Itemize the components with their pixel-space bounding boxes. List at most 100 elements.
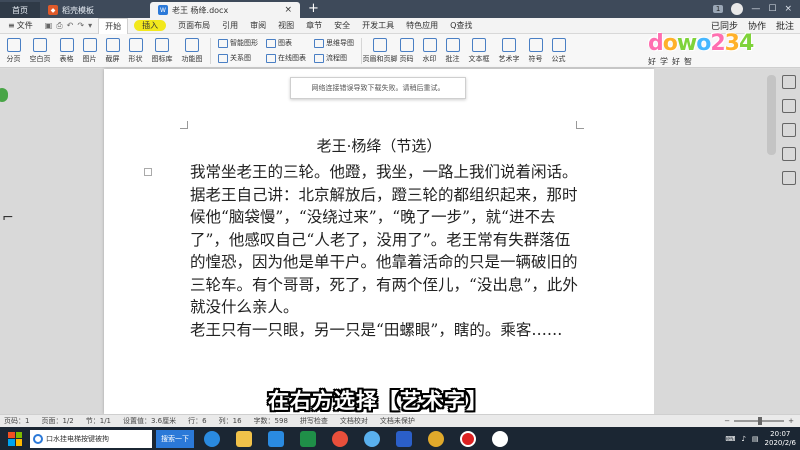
chevron-down-icon[interactable]: ▾	[88, 21, 92, 31]
zoom-slider[interactable]	[734, 417, 785, 425]
document-title[interactable]: 老王·杨绛（节选）	[104, 135, 654, 156]
taskbar-chrome-app[interactable]	[422, 428, 450, 450]
keyboard-icon[interactable]: ⌨	[725, 435, 735, 443]
taskbar-search-input[interactable]: 口水挂电梯按键被拘	[30, 429, 152, 448]
ribbon-comment[interactable]: 批注	[441, 35, 464, 67]
document-paragraph[interactable]: 我常坐老王的三轮。他蹬，我坐，一路上我们说着闲话。	[190, 161, 580, 184]
start-button[interactable]	[4, 429, 26, 449]
tab-document-label: 老王 杨绛.docx	[172, 5, 229, 15]
redo-icon[interactable]: ↷	[77, 21, 84, 31]
user-avatar[interactable]	[731, 3, 744, 15]
symbol-icon	[528, 37, 543, 52]
ribbon-online-chart[interactable]: 在线图表	[266, 52, 306, 65]
vertical-scrollbar[interactable]	[767, 75, 776, 155]
menu-search[interactable]: Q查找	[444, 18, 478, 34]
ribbon-symbol[interactable]: 符号	[524, 35, 547, 67]
taskbar-cloud-app[interactable]	[358, 428, 386, 450]
document-page[interactable]: 网络连接错误导致下载失败。请稍后重试。 老王·杨绛（节选） 我常坐老王的三轮。他…	[104, 69, 654, 414]
ribbon-formula-label: 公式	[551, 54, 566, 63]
ribbon-table[interactable]: 表格	[55, 35, 78, 67]
taskbar-record-app[interactable]	[454, 428, 482, 450]
status-spell-check[interactable]: 拼写检查	[300, 416, 328, 426]
ribbon-textbox[interactable]: 文本框	[464, 35, 494, 67]
taskbar-clock[interactable]: 20:07 2020/2/6	[765, 430, 796, 448]
logo-subtitle: 好学好智	[648, 57, 696, 66]
tab-document[interactable]: W 老王 杨绛.docx ×	[150, 2, 300, 18]
status-proofread[interactable]: 文档校对	[340, 416, 368, 426]
watermark-icon	[422, 37, 437, 52]
menu-developer[interactable]: 开发工具	[356, 18, 400, 34]
ribbon-chart[interactable]: 图表	[266, 37, 306, 50]
ribbon-table-label: 表格	[59, 54, 74, 63]
menu-review[interactable]: 审阅	[244, 18, 272, 34]
tab-template-label: 稻壳模板	[62, 5, 94, 15]
ribbon-screenshot[interactable]: 截屏	[101, 35, 124, 67]
menu-security[interactable]: 安全	[328, 18, 356, 34]
new-tab-button[interactable]: +	[300, 2, 327, 18]
minimize-icon[interactable]: —	[751, 4, 760, 14]
menu-insert[interactable]: 插入	[128, 18, 172, 34]
settings-tool-icon[interactable]	[782, 171, 796, 185]
ribbon-header-footer[interactable]: 页眉和页脚	[363, 35, 398, 67]
close-tab-icon[interactable]: ×	[284, 5, 292, 15]
menu-references[interactable]: 引用	[216, 18, 244, 34]
menu-view[interactable]: 视图	[272, 18, 300, 34]
network-icon[interactable]: ▤	[752, 435, 759, 443]
mindmap-icon	[314, 38, 324, 48]
taskbar-player-app[interactable]	[326, 428, 354, 450]
layout-tool-icon[interactable]	[782, 147, 796, 161]
status-protection[interactable]: 文档未保护	[380, 416, 415, 426]
select-tool-icon[interactable]	[782, 75, 796, 89]
ribbon-function-chart[interactable]: 功能图	[177, 35, 207, 67]
document-paragraph[interactable]: 老王只有一只眼，另一只是“田螺眼”，瞎的。乘客……	[190, 319, 580, 342]
taskbar-search-button[interactable]: 搜索一下	[156, 429, 194, 448]
ribbon-relation-chart[interactable]: 关系图	[218, 52, 258, 65]
document-paragraph[interactable]: 据老王自己讲：北京解放后，蹬三轮的都组织起来，那时候他“脑袋慢”，“没绕过来”，…	[190, 184, 580, 319]
zoom-control[interactable]: − +	[724, 417, 800, 425]
document-body[interactable]: 我常坐老王的三轮。他蹬，我坐，一路上我们说着闲话。 据老王自己讲：北京解放后，蹬…	[190, 161, 580, 341]
ribbon-shape[interactable]: 形状	[124, 35, 147, 67]
zoom-out-icon[interactable]: −	[724, 417, 730, 425]
ribbon-page-break[interactable]: 分页	[2, 35, 25, 67]
save-icon[interactable]: ▣	[45, 21, 53, 31]
flowchart-icon	[314, 53, 324, 63]
player-icon	[332, 430, 348, 447]
menu-start[interactable]: 开始	[98, 17, 129, 34]
menu-page-layout[interactable]: 页面布局	[172, 18, 216, 34]
ribbon-mindmap[interactable]: 思维导图	[314, 37, 354, 50]
taskbar-word-app[interactable]	[390, 428, 418, 450]
ribbon-watermark[interactable]: 水印	[418, 35, 441, 67]
taskbar-ie-app[interactable]	[198, 428, 226, 450]
style-tool-icon[interactable]	[782, 99, 796, 113]
quick-access-toolbar: ▣ ⎙ ↶ ↷ ▾	[39, 21, 98, 31]
tab-template[interactable]: ◆ 稻壳模板	[40, 2, 150, 18]
ribbon-online-chart-label: 在线图表	[278, 54, 306, 62]
menu-chapter[interactable]: 章节	[300, 18, 328, 34]
undo-icon[interactable]: ↶	[67, 21, 74, 31]
status-bar: 页码：1 页面：1/2 节：1/1 设置值：3.6厘米 行：6 列：16 字数：…	[0, 414, 800, 427]
status-word-count[interactable]: 字数：598	[254, 416, 288, 426]
volume-icon[interactable]: ♪	[741, 435, 745, 443]
ribbon-smart-graphic[interactable]: 智能图形	[218, 37, 258, 50]
maximize-icon[interactable]: ☐	[768, 4, 776, 14]
ribbon-page-number[interactable]: 页码	[395, 35, 418, 67]
tab-home[interactable]: 首页	[0, 2, 40, 18]
ribbon-formula[interactable]: 公式	[547, 35, 570, 67]
menu-features[interactable]: 特色应用	[400, 18, 444, 34]
pen-tool-icon[interactable]	[782, 123, 796, 137]
comments-button[interactable]: 批注	[776, 19, 794, 32]
taskbar-folder-app[interactable]	[230, 428, 258, 450]
taskbar-excel-app[interactable]	[294, 428, 322, 450]
ribbon-wordart[interactable]: 艺术字	[494, 35, 524, 67]
taskbar-store-app[interactable]	[262, 428, 290, 450]
close-window-icon[interactable]: ×	[784, 4, 792, 14]
ribbon-blank-page[interactable]: 空白页	[25, 35, 55, 67]
zoom-in-icon[interactable]: +	[788, 417, 794, 425]
ribbon-flowchart[interactable]: 流程图	[314, 52, 354, 65]
ribbon-icon-library[interactable]: 图标库	[147, 35, 177, 67]
ribbon-separator	[210, 37, 211, 64]
ribbon-picture[interactable]: 图片	[78, 35, 101, 67]
menu-file[interactable]: ≡ 文件	[2, 18, 39, 34]
taskbar-unknown-app[interactable]	[486, 428, 514, 450]
print-icon[interactable]: ⎙	[56, 21, 62, 31]
